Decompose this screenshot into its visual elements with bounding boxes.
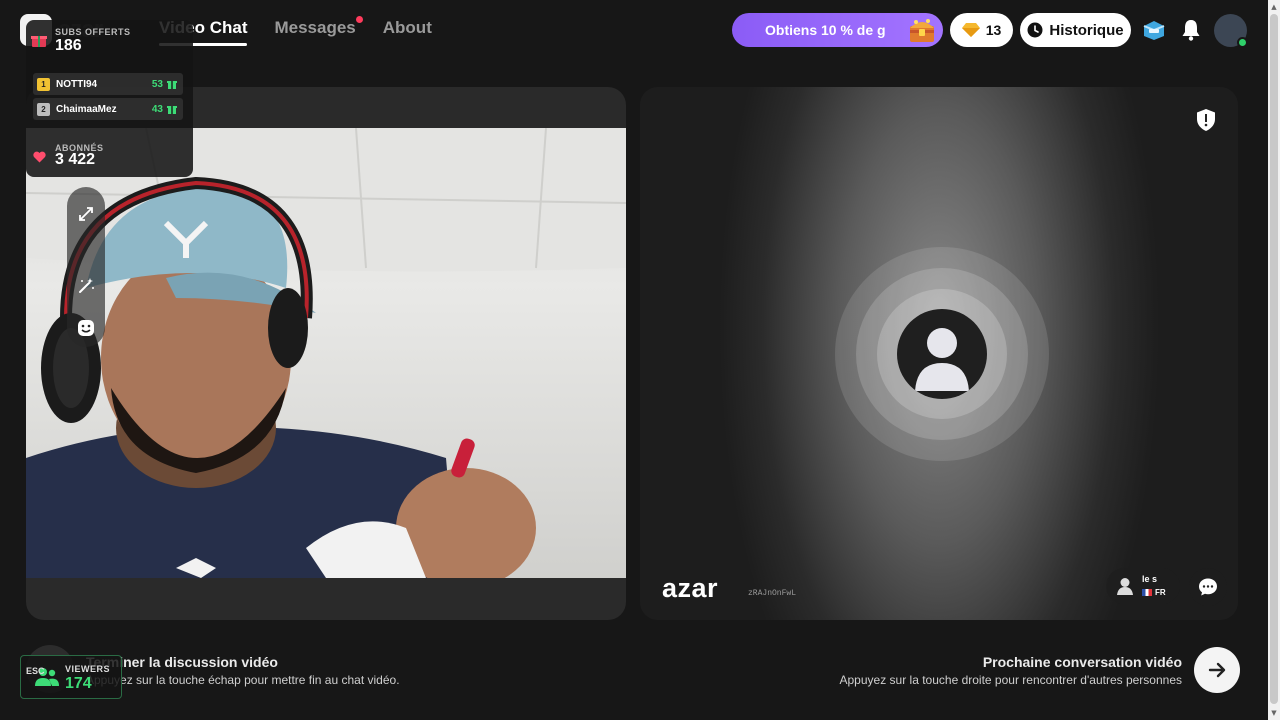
end-chat-title: Terminer la discussion vidéo: [86, 654, 278, 670]
end-chat-subtitle: Appuyez sur la touche échap pour mettre …: [86, 673, 400, 687]
history-label: Historique: [1049, 21, 1124, 39]
notification-dot: [355, 16, 363, 23]
peer-info-chip[interactable]: le s FR: [1106, 568, 1180, 604]
leaderboard-score: 43: [151, 103, 163, 115]
history-button[interactable]: Historique: [1020, 13, 1131, 47]
app-root: azar Video Chat Messages About Obtiens 1…: [0, 0, 1280, 720]
leaderboard-score: 53: [151, 78, 163, 90]
scroll-down-arrow-icon[interactable]: ▼: [1270, 708, 1278, 718]
esc-key-label: ESC: [26, 666, 45, 676]
user-avatar[interactable]: [1214, 14, 1248, 48]
gift-icon: [31, 36, 47, 47]
leaderboard-row: 2 ChaimaaMez 43: [33, 98, 183, 120]
face-filter-icon-graphic: [78, 320, 94, 336]
peer-name: le s: [1142, 574, 1158, 584]
local-camera-feed: [26, 128, 626, 578]
chat-button[interactable]: [1189, 568, 1227, 606]
scrollbar-thumb[interactable]: [1270, 14, 1278, 704]
gem-icon: [961, 23, 980, 37]
next-chat-button[interactable]: [1194, 647, 1240, 693]
nav-about[interactable]: About: [383, 18, 432, 38]
searching-ring-inner: [877, 289, 1007, 419]
rank-badge: 2: [37, 102, 50, 116]
magic-wand-icon-graphic: [79, 278, 94, 293]
clock-icon: [1027, 22, 1043, 38]
gems-count: 13: [985, 22, 1002, 38]
peer-country-code: FR: [1155, 588, 1166, 597]
next-chat-subtitle: Appuyez sur la touche droite pour rencon…: [839, 673, 1183, 687]
viewers-count: 174: [65, 675, 92, 692]
peer-country: FR: [1142, 588, 1166, 597]
page-scrollbar[interactable]: ▲ ▼: [1268, 0, 1280, 720]
nav-messages[interactable]: Messages: [274, 16, 363, 38]
chat-bubble-icon: [1199, 578, 1217, 596]
subs-label: SUBS OFFERTS: [55, 27, 131, 37]
magic-wand-icon[interactable]: [75, 275, 97, 297]
subs-count: 186: [55, 37, 82, 54]
france-flag-icon: [1142, 589, 1152, 596]
bell-icon[interactable]: [1178, 17, 1204, 43]
main-nav: Video Chat Messages About: [159, 16, 432, 46]
next-chat-hint[interactable]: Prochaine conversation vidéo Appuyez sur…: [840, 654, 1183, 687]
leaderboard-row: 1 NOTTI94 53: [33, 73, 183, 95]
remote-video-panel: azar zRAJnOnFwL le s FR: [640, 87, 1238, 620]
viewers-label: VIEWERS: [65, 664, 111, 674]
person-icon: [915, 328, 969, 391]
leaderboard-name: NOTTI94: [56, 78, 98, 90]
followers-count: 3 422: [55, 151, 96, 168]
shop-icon[interactable]: [1141, 17, 1167, 43]
gift-small-icon: [167, 81, 177, 89]
searching-ring: [856, 268, 1028, 440]
camera-tools: [67, 187, 105, 347]
leaderboard-name: ChaimaaMez: [56, 103, 117, 115]
online-badge: [1237, 37, 1248, 48]
session-id: zRAJnOnFwL: [748, 589, 797, 598]
next-chat-title: Prochaine conversation vidéo: [982, 654, 1182, 670]
searching-indicator: [835, 247, 1049, 461]
bell-icon-graphic: [1182, 20, 1200, 41]
expand-icon[interactable]: [75, 203, 97, 225]
expand-icon-graphic: [79, 207, 93, 221]
nav-messages-label: Messages: [274, 18, 356, 37]
rank-badge: 1: [37, 77, 50, 91]
heart-icon: [33, 151, 46, 163]
promo-button[interactable]: Obtiens 10 % de ɡ: [732, 13, 943, 47]
report-shield-icon[interactable]: [1195, 108, 1217, 132]
viewers-counter: ESC VIEWERS 174: [20, 655, 122, 699]
scroll-up-arrow-icon[interactable]: ▲: [1270, 2, 1278, 12]
promo-label: Obtiens 10 % de ɡ: [765, 22, 886, 38]
arrow-right-icon: [1208, 662, 1226, 678]
treasure-chest-icon: [910, 19, 934, 42]
face-filter-icon[interactable]: [75, 317, 97, 339]
end-chat-hint[interactable]: Terminer la discussion vidéo Appuyez sur…: [86, 654, 400, 687]
peer-avatar-icon: [1117, 578, 1133, 595]
azar-watermark: azar: [662, 573, 719, 603]
placeholder-avatar: [897, 309, 987, 399]
shop-icon-graphic: [1143, 21, 1165, 40]
stream-stats-overlay: SUBS OFFERTS 186 1 NOTTI94 53 2 ChaimaaM…: [26, 20, 193, 177]
gems-button[interactable]: 13: [950, 13, 1013, 47]
gift-small-icon: [167, 106, 177, 114]
